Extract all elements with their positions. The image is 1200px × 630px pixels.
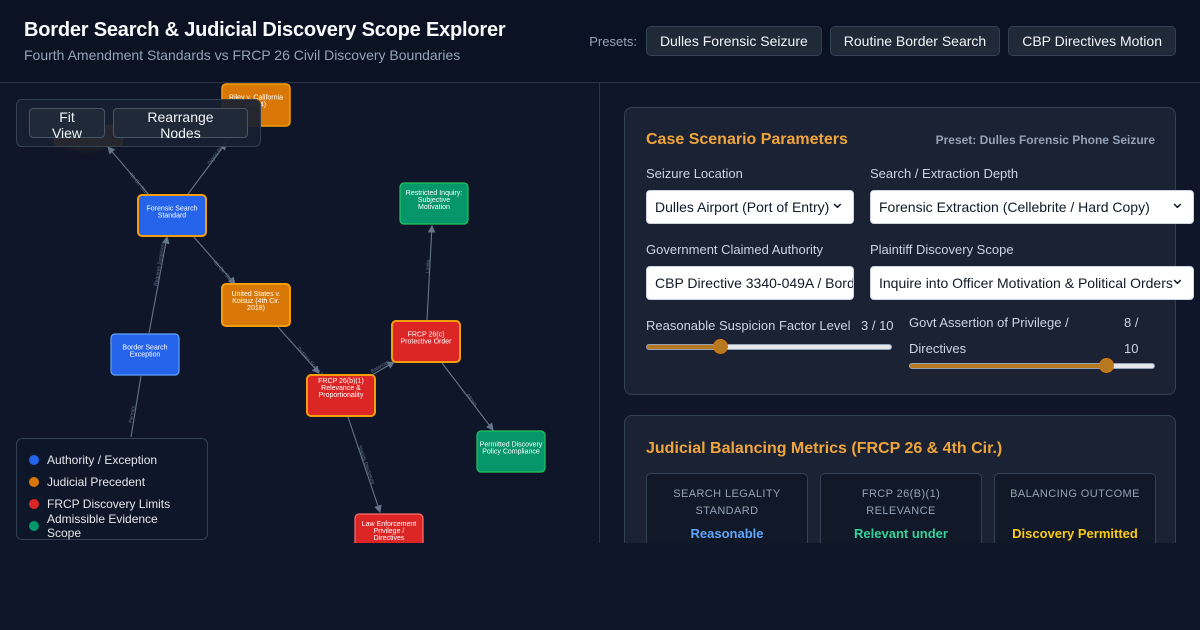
edge-label: Limits <box>425 259 432 273</box>
government-authority-label: Government Claimed Authority <box>646 242 824 257</box>
search-legality-label: Search Legality Standard <box>673 488 781 517</box>
legend-limits-dot <box>29 499 39 509</box>
case-scenario-panel: Case Scenario Parameters Preset: Dulles … <box>624 107 1194 395</box>
balancing-outcome-value: Discovery Permitted with Protective <box>1012 526 1138 541</box>
app-title: Border Search & Judicial Discovery Scope… <box>24 19 506 41</box>
graph-node-permitted-discovery[interactable]: Permitted Discovery Policy Compliance <box>476 430 546 473</box>
edge-label: Requires Suspicion <box>153 243 166 287</box>
edge-label: Allows <box>464 393 478 408</box>
app-header: Border Search & Judicial Discovery Scope… <box>0 0 1200 83</box>
judicial-metrics-title: Judicial Balancing Metrics (FRCP 26 & 4t… <box>646 440 1003 457</box>
preset-bar: Presets: Dulles Forensic Seizure Routine… <box>589 26 1176 56</box>
relationship-graph-pane[interactable]: 4th Cir. Standard Digital Privacy Requir… <box>0 83 600 543</box>
legend-label: Judicial Precedent <box>47 475 146 489</box>
suspicion-slider-track[interactable] <box>646 344 892 350</box>
fit-view-button[interactable]: Fit View <box>29 108 105 141</box>
relevance-label: FRCP 26(b)(1) Relevance <box>861 488 941 517</box>
edge-label: Shields Disclosure <box>356 445 376 486</box>
case-scenario-title: Case Scenario Parameters <box>646 131 848 148</box>
plaintiff-scope-label: Plaintiff Discovery Scope <box>870 242 1014 257</box>
search-depth-select[interactable]: Forensic Extraction (Cellebrite / Hard C… <box>870 190 1194 224</box>
government-authority-input[interactable]: CBP Directive 3340-049A / Border <box>646 266 854 300</box>
graph-node-united-states-v-kolsuz[interactable]: United States v. Kolsuz (4th Cir. 2018) <box>221 283 291 327</box>
graph-node-forensic-search-standard[interactable]: Forensic Search Standard <box>137 194 207 237</box>
preset-cbp-directives-motion-button[interactable]: CBP Directives Motion <box>1008 26 1176 56</box>
relevance-value: Relevant under <box>854 526 948 541</box>
graph-node-restricted-inquiry[interactable]: Restricted Inquiry: Subjective Motivation <box>399 182 469 225</box>
suspicion-slider-label: Reasonable Suspicion Factor Level <box>646 318 851 333</box>
preset-routine-border-search-button[interactable]: Routine Border Search <box>829 26 1001 56</box>
search-legality-value: Reasonable <box>690 526 764 541</box>
graph-toolbar: Fit View Rearrange Nodes <box>16 99 261 147</box>
balancing-outcome-label: Balancing Outcome <box>1010 488 1140 500</box>
graph-node-frcp-26b1-relevance[interactable]: FRCP 26(b)(1) Relevance & Proportionality <box>306 374 376 417</box>
legend-label: Admissible Evidence Scope <box>47 512 158 540</box>
edge-label: Permits <box>128 405 137 423</box>
svg-text:Permitted DiscoveryPolicy Comp: Permitted Discovery Policy Compliance <box>480 442 543 456</box>
legend-label: Authority / Exception <box>47 453 158 467</box>
app-subtitle: Fourth Amendment Standards vs FRCP 26 Ci… <box>24 47 461 63</box>
plaintiff-scope-select[interactable]: Inquire into Officer Motivation & Politi… <box>870 266 1194 300</box>
svg-text:FRCP 26(b)(1)Relevance &Propor: FRCP 26(b)(1) Relevance & Proportionality <box>318 378 364 399</box>
privilege-slider-fill <box>910 364 1106 368</box>
privilege-slider-thumb[interactable] <box>1098 358 1114 373</box>
balancing-outcome-card: Balancing Outcome Discovery Permitted wi… <box>994 473 1156 543</box>
graph-node-law-enforcement-privilege[interactable]: Law Enforcement Privilege / Directives <box>354 513 424 543</box>
search-legality-card: Search Legality Standard Reasonable <box>646 473 808 543</box>
judicial-metrics-panel: Judicial Balancing Metrics (FRCP 26 & 4t… <box>624 415 1176 543</box>
preset-dulles-forensic-seizure-button[interactable]: Dulles Forensic Seizure <box>645 26 822 56</box>
legend-item-scope: Admissible Evidence Scope <box>29 512 195 540</box>
seizure-location-select[interactable]: Dulles Airport (Port of Entry) <box>646 190 854 224</box>
svg-text:FRCP 26(c)Protective Order: FRCP 26(c) Protective Order <box>401 332 453 346</box>
legend-precedent-dot <box>29 477 39 487</box>
seizure-location-label: Seizure Location <box>646 166 743 181</box>
privilege-slider-label: Govt Assertion of Privilege / Directives <box>909 315 1069 356</box>
edge-label: Balances <box>370 359 391 375</box>
legend-item-precedent: Judicial Precedent <box>29 471 195 493</box>
graph-legend: Authority / Exception Judicial Precedent… <box>16 438 208 540</box>
legend-authority-dot <box>29 455 39 465</box>
suspicion-slider-value: 3 / 10 <box>861 318 894 333</box>
legend-label: FRCP Discovery Limits <box>47 497 171 511</box>
suspicion-slider-fill <box>647 345 721 349</box>
presets-label: Presets: <box>589 33 637 49</box>
legend-item-authority: Authority / Exception <box>29 449 195 471</box>
suspicion-slider-thumb[interactable] <box>712 339 728 354</box>
privilege-slider-value: 8 / 10 <box>1124 315 1139 356</box>
legend-scope-dot <box>29 521 39 531</box>
privilege-slider-track[interactable] <box>909 363 1155 369</box>
graph-node-border-search-exception[interactable]: Border Search Exception <box>110 333 180 376</box>
relevance-card: FRCP 26(b)(1) Relevance Relevant under <box>820 473 982 543</box>
search-depth-label: Search / Extraction Depth <box>870 166 1019 181</box>
graph-node-frcp-26c-protective-order[interactable]: FRCP 26(c) Protective Order <box>391 320 461 363</box>
case-scenario-preset: Preset: Dulles Forensic Phone Seizure <box>935 133 1155 147</box>
controls-pane: Case Scenario Parameters Preset: Dulles … <box>600 83 1200 543</box>
rearrange-nodes-button[interactable]: Rearrange Nodes <box>112 108 248 141</box>
